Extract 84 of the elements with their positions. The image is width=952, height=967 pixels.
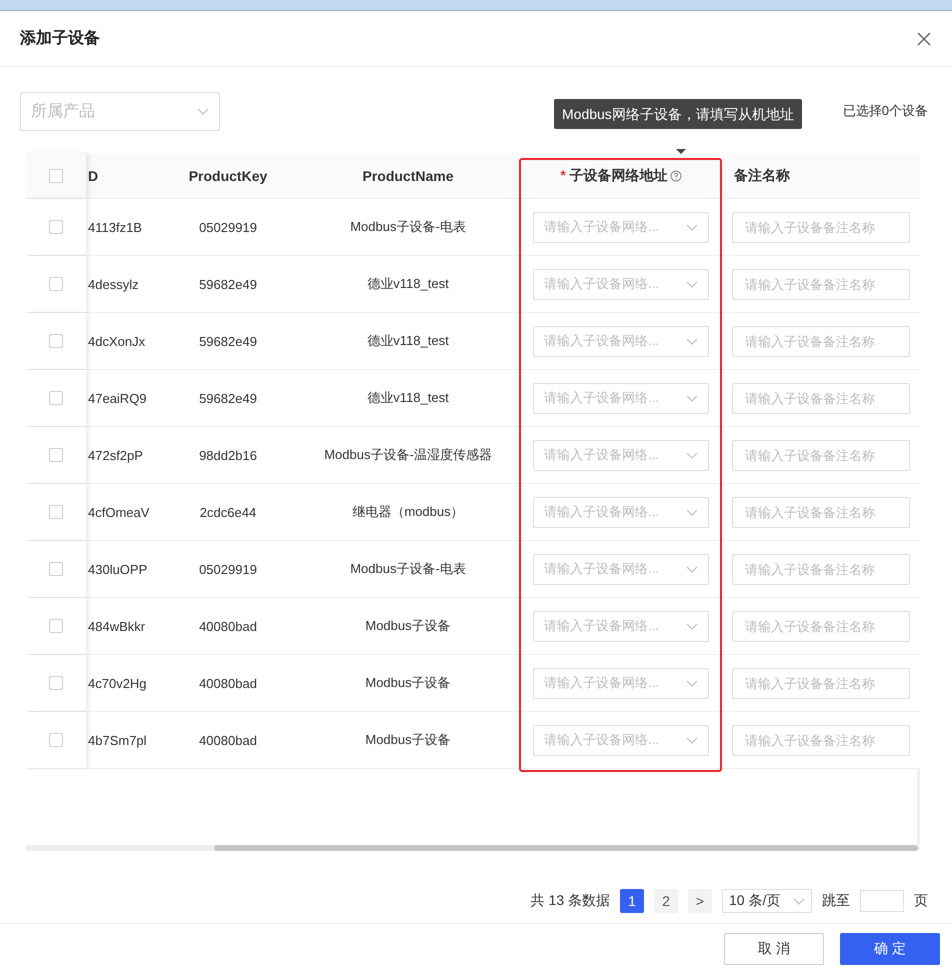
row-checkbox[interactable] [49,676,63,690]
page-size-select[interactable]: 10 条/页 [722,889,812,913]
total-count: 共 13 条数据 [530,892,610,910]
dialog-title: 添加子设备 [20,28,100,49]
table-cell: 4dessylz [88,276,139,292]
select-all-checkbox[interactable] [49,168,63,182]
table-cell: 德业v118_test [367,389,449,407]
table-cell: 98dd2b16 [199,448,257,462]
remark-input[interactable]: 请输入子设备备注名称 [732,268,910,300]
column-header: D [88,168,98,184]
table-cell: 德业v118_test [367,332,449,350]
table-cell: 4b7Sm7pl [88,732,147,748]
jump-label: 跳至 [822,892,850,910]
remark-input[interactable]: 请输入子设备备注名称 [732,382,910,414]
address-select[interactable]: 请输入子设备网络... [533,326,709,356]
column-header: ProductName [362,168,454,184]
tooltip-arrow [676,149,686,154]
row-checkbox[interactable] [49,334,63,348]
table-cell: 59682e49 [199,276,257,292]
page-input[interactable] [860,890,904,912]
product-select[interactable]: 所属产品 [20,92,220,130]
address-select[interactable]: 请输入子设备网络... [533,212,709,242]
address-select[interactable]: 请输入子设备网络... [533,496,709,528]
table-cell: 484wBkkr [88,618,146,634]
table-cell: Modbus子设备 [365,674,451,692]
remark-input[interactable]: 请输入子设备备注名称 [732,212,910,242]
table-cell: 430luOPP [88,562,148,576]
table-cell: 59682e49 [199,390,257,406]
table-cell: 05029919 [199,562,257,576]
cancel-button[interactable]: 取 消 [724,933,824,965]
column-header: 备注名称 [734,166,790,184]
row-checkbox[interactable] [49,733,63,747]
address-select[interactable]: 请输入子设备网络... [533,724,709,756]
row-checkbox[interactable] [49,277,63,291]
remark-input[interactable]: 请输入子设备备注名称 [732,610,910,642]
table-cell: Modbus子设备-电表 [350,218,466,236]
page-unit: 页 [914,892,928,910]
table-cell: 40080bad [199,732,257,748]
row-checkbox[interactable] [49,505,63,519]
table-cell: 4dcXonJx [88,334,146,348]
column-header: ProductKey [188,168,268,184]
table-cell: Modbus子设备 [365,617,451,635]
remark-input[interactable]: 请输入子设备备注名称 [732,724,910,756]
table-cell: 继电器（modbus） [352,503,464,521]
table-cell: 40080bad [199,676,257,690]
row-checkbox[interactable] [49,448,63,462]
address-select[interactable]: 请输入子设备网络... [533,610,709,642]
table-cell: Modbus子设备-温湿度传感器 [324,446,492,464]
remark-input[interactable]: 请输入子设备备注名称 [732,554,910,584]
next-page-button[interactable]: > [688,889,712,913]
table-cell: 4cfOmeaV [88,504,150,520]
page-button[interactable]: 1 [620,889,644,913]
table-cell: 4113fz1B [88,220,142,234]
table-cell: Modbus子设备-电表 [350,560,466,578]
table-cell: 4c70v2Hg [88,676,147,690]
row-checkbox[interactable] [49,562,63,576]
remark-input[interactable]: 请输入子设备备注名称 [732,440,910,470]
row-checkbox[interactable] [49,391,63,405]
table-cell: 59682e49 [199,334,257,348]
table-cell: 2cdc6e44 [200,504,256,520]
table-cell: Modbus子设备 [365,731,451,749]
address-select[interactable]: 请输入子设备网络... [533,668,709,698]
row-checkbox[interactable] [49,619,63,633]
remark-input[interactable]: 请输入子设备备注名称 [732,668,910,698]
table-cell: 05029919 [199,220,257,234]
address-select[interactable]: 请输入子设备网络... [533,554,709,584]
column-header: * 子设备网络地址 [560,166,668,184]
table-cell: 47eaiRQ9 [88,390,147,406]
address-select[interactable]: 请输入子设备网络... [533,382,709,414]
page-button[interactable]: 2 [654,889,678,913]
table-cell: 40080bad [199,618,257,634]
address-select[interactable]: 请输入子设备网络... [533,440,709,470]
help-icon[interactable] [670,170,682,182]
address-select[interactable]: 请输入子设备网络... [533,268,709,300]
table-cell: 德业v118_test [367,275,449,293]
close-icon[interactable] [916,30,932,46]
scrollbar-thumb[interactable] [214,845,918,851]
remark-input[interactable]: 请输入子设备备注名称 [732,326,910,356]
remark-input[interactable]: 请输入子设备备注名称 [732,496,910,528]
selected-count: 已选择0个设备 [842,102,928,120]
confirm-button[interactable]: 确 定 [840,933,940,965]
row-checkbox[interactable] [49,220,63,234]
table-cell: 472sf2pP [88,448,143,462]
tooltip: Modbus网络子设备，请填写从机地址 [554,99,802,129]
